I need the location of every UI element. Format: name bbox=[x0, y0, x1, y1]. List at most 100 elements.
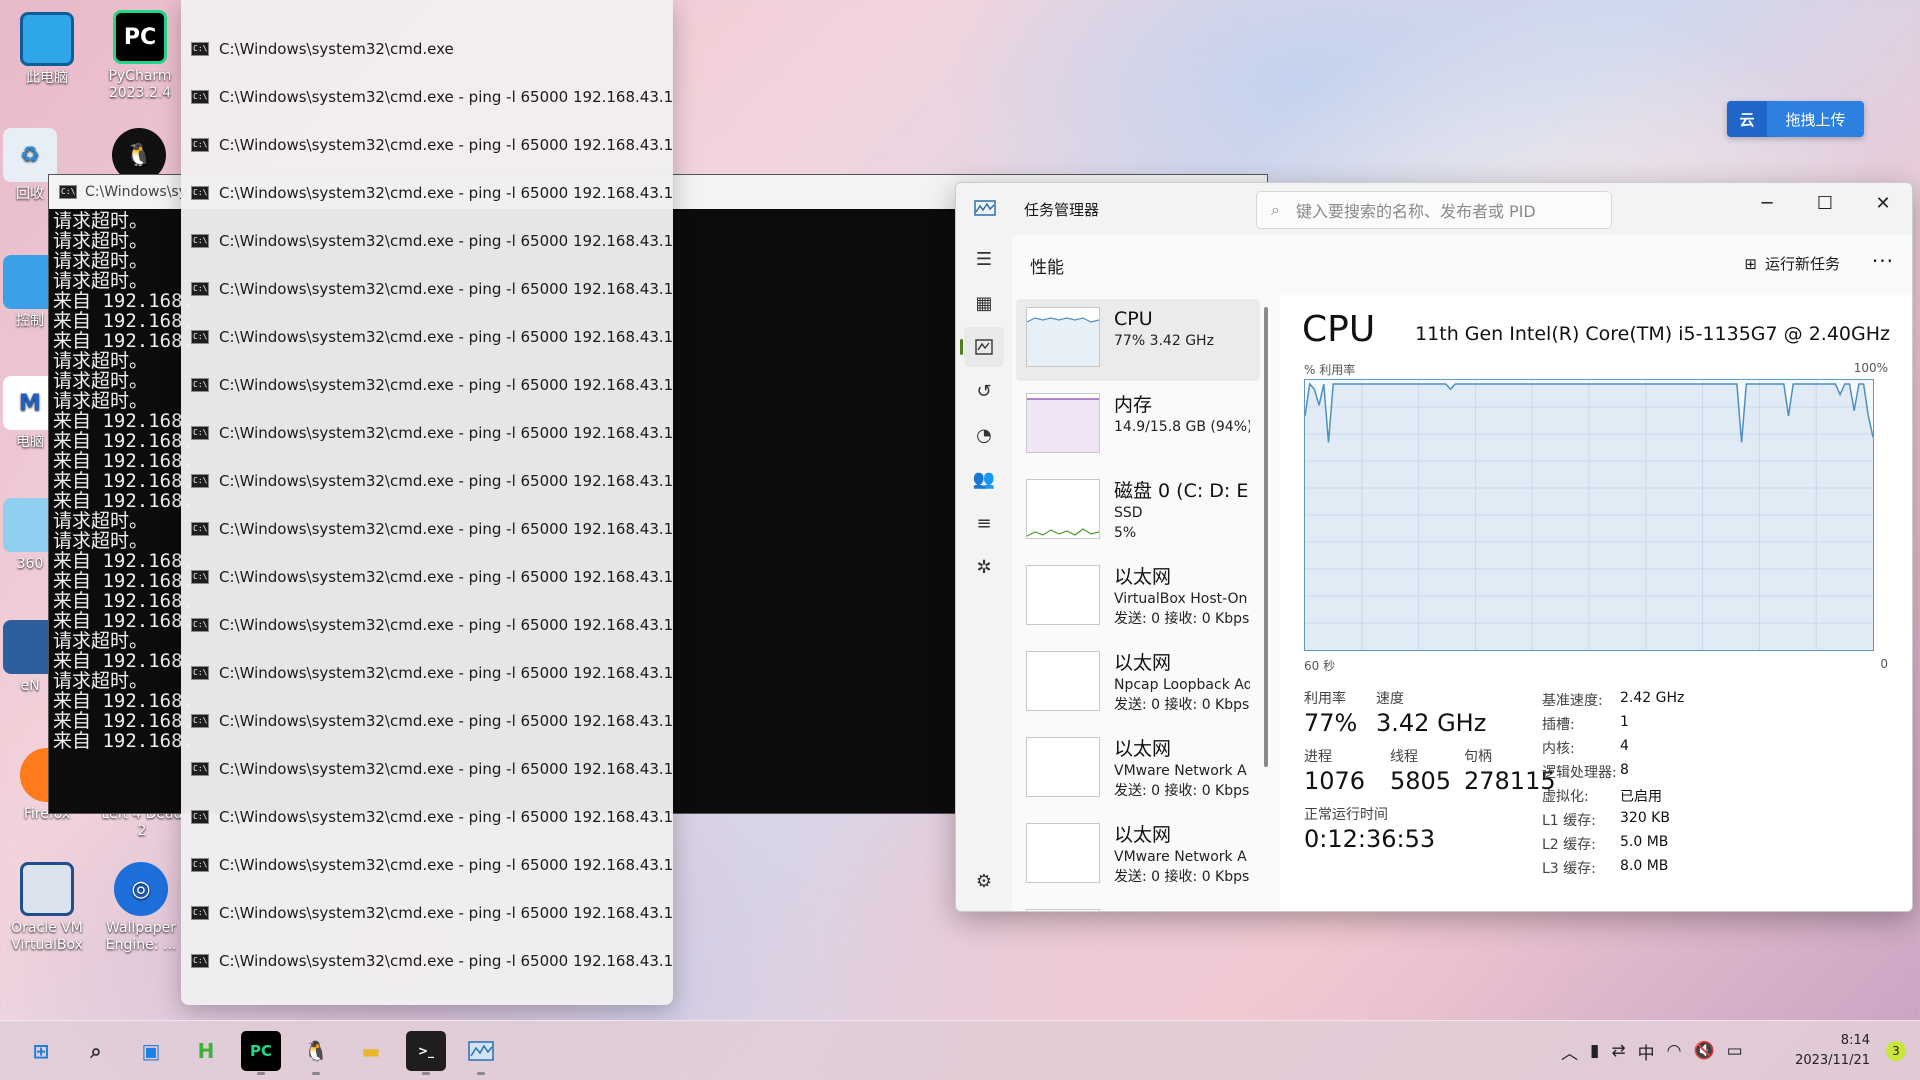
start-button-windows-icon[interactable]: ⊞ bbox=[21, 1031, 61, 1071]
thumbnail-item-title: C:\Windows\system32\cmd.exe - ping -l 65… bbox=[219, 232, 673, 250]
task-manager-window[interactable]: 任务管理器 ⌕ 键入要搜索的名称、发布者或 PID ─ ☐ ✕ ☰ ▦ ↺ ◔ … bbox=[955, 182, 1913, 912]
maximize-button[interactable]: ☐ bbox=[1796, 183, 1854, 223]
thumbnail-item-title: C:\Windows\system32\cmd.exe - ping -l 65… bbox=[219, 904, 673, 922]
thumbnail-item-cmd[interactable]: C:\ C:\Windows\system32\cmd.exe - ping -l… bbox=[181, 649, 673, 697]
startup-apps-icon[interactable]: ◔ bbox=[964, 415, 1004, 455]
graph-util-label: % 利用率 bbox=[1304, 363, 1356, 377]
hbuilder-icon[interactable]: H bbox=[186, 1031, 226, 1071]
thumbnail-item-cmd[interactable]: C:\ C:\Windows\system32\cmd.exe - ping -l… bbox=[181, 697, 673, 745]
close-button[interactable]: ✕ bbox=[1854, 183, 1912, 223]
thumbnail-item-cmd[interactable]: C:\ C:\Windows\system32\cmd.exe - ping -l… bbox=[181, 793, 673, 841]
desktop-icon-this-pc[interactable]: 此电脑 bbox=[2, 12, 92, 87]
minimize-button[interactable]: ─ bbox=[1738, 183, 1796, 223]
resource-item[interactable]: 内存 14.9/15.8 GB (94%) bbox=[1016, 385, 1260, 467]
wifi-icon[interactable]: ◠ bbox=[1667, 1041, 1682, 1061]
desktop-icon-label: PyCharm 2023.2.4 bbox=[108, 68, 172, 101]
desktop-icon-label: 回收 bbox=[16, 186, 44, 202]
search-icon[interactable]: ⌕ bbox=[76, 1031, 116, 1071]
cmd-icon: C:\ bbox=[191, 426, 209, 440]
task-manager-app-icon bbox=[974, 200, 998, 218]
thumbnail-item-cmd[interactable]: C:\ C:\Windows\system32\cmd.exe - ping -l… bbox=[181, 313, 673, 361]
run-new-task-button[interactable]: ⊞ 运行新任务 bbox=[1744, 253, 1840, 274]
page-title: 性能 bbox=[1030, 257, 1064, 278]
upload-widget[interactable]: 云 拖拽上传 bbox=[1727, 101, 1864, 137]
thumbnail-item-cmd[interactable]: C:\ C:\Windows\system32\cmd.exe - ping -l… bbox=[181, 553, 673, 601]
thumbnail-item-cmd[interactable]: C:\ C:\Windows\system32\cmd.exe bbox=[181, 25, 673, 73]
clock[interactable]: 8:14 2023/11/21 bbox=[1795, 1031, 1870, 1071]
thumbnail-item-cmd[interactable]: C:\ C:\Windows\system32\cmd.exe - ping -l… bbox=[181, 457, 673, 505]
resource-mini-graph bbox=[1026, 823, 1100, 883]
desktop-icon-wallpaper-engine[interactable]: ◎ Wallpaper Engine: ... bbox=[96, 862, 186, 954]
thumbnail-item-cmd[interactable]: C:\ C:\Windows\system32\cmd.exe - ping -l… bbox=[181, 265, 673, 313]
details-icon[interactable]: ≡ bbox=[964, 503, 1004, 543]
resource-item[interactable]: 磁盘 0 (C: D: E: SSD 5% bbox=[1016, 471, 1260, 553]
terminal-taskbar-icon[interactable]: >_ bbox=[406, 1031, 446, 1075]
desktop-icon-label: 电脑 bbox=[16, 434, 44, 450]
qq-taskbar-icon[interactable]: 🐧 bbox=[296, 1031, 336, 1075]
thumbnail-item-title: C:\Windows\system32\cmd.exe - ping -l 65… bbox=[219, 520, 673, 538]
notification-badge[interactable]: 3 bbox=[1886, 1041, 1906, 1061]
tray-app-icon[interactable]: ▮ bbox=[1590, 1041, 1599, 1061]
resource-subtext: SSD bbox=[1114, 505, 1143, 521]
more-options-icon[interactable]: ··· bbox=[1872, 249, 1894, 273]
thumbnail-item-cmd[interactable]: C:\ C:\Windows\system32\cmd.exe - ping -l… bbox=[181, 601, 673, 649]
thumbnail-item-cmd[interactable]: C:\ C:\Windows\system32\cmd.exe - ping -l… bbox=[181, 217, 673, 265]
thumbnail-item-title: C:\Windows\system32\cmd.exe - ping -l 65… bbox=[219, 808, 673, 826]
thumbnail-item-cmd[interactable]: C:\ C:\Windows\system32\cmd.exe - ping -l… bbox=[181, 745, 673, 793]
search-input[interactable]: ⌕ 键入要搜索的名称、发布者或 PID bbox=[1256, 191, 1612, 229]
services-icon[interactable]: ✲ bbox=[964, 547, 1004, 587]
thumbnail-item-cmd[interactable]: C:\ C:\Windows\system32\cmd.exe - ping -l… bbox=[181, 121, 673, 169]
resource-item[interactable]: CPU 77% 3.42 GHz bbox=[1016, 299, 1260, 381]
cmd-icon: C:\ bbox=[191, 858, 209, 872]
users-icon[interactable]: 👥 bbox=[964, 459, 1004, 499]
stat-util-label: 利用率 bbox=[1304, 691, 1346, 707]
thumbnail-item-cmd[interactable]: C:\ C:\Windows\system32\cmd.exe - ping -l… bbox=[181, 937, 673, 985]
spec-key: L2 缓存: bbox=[1542, 837, 1596, 853]
resource-item[interactable]: 以太网 VMware Network A 发送: 0 接收: 0 Kbps bbox=[1016, 729, 1260, 811]
thumbnail-item-cmd[interactable]: C:\ C:\Windows\system32\cmd.exe - ping -l… bbox=[181, 73, 673, 121]
desktop-icon-label: 360 bbox=[16, 556, 44, 572]
resource-item[interactable]: 以太网 VirtualBox Host-On 发送: 0 接收: 0 Kbps bbox=[1016, 557, 1260, 639]
tray-sync-icon[interactable]: ⇄ bbox=[1611, 1041, 1625, 1061]
stat-speed-value: 3.42 GHz bbox=[1376, 709, 1487, 737]
battery-icon[interactable]: ▭ bbox=[1727, 1041, 1743, 1061]
processes-icon[interactable]: ▦ bbox=[964, 283, 1004, 323]
thumbnail-item-cmd[interactable]: C:\ C:\Windows\system32\cmd.exe - ping -l… bbox=[181, 361, 673, 409]
resource-list: CPU 77% 3.42 GHz 内存 14.9/15.8 GB (94%) 磁盘 0 … bbox=[1012, 295, 1262, 911]
desktop-icon-pycharm[interactable]: PC PyCharm 2023.2.4 bbox=[95, 10, 185, 102]
spec-value: 320 KB bbox=[1620, 810, 1670, 826]
thumbnail-item-cmd[interactable]: C:\ C:\Windows\system32\cmd.exe - ping -l… bbox=[181, 505, 673, 553]
stat-util-value: 77% bbox=[1304, 709, 1358, 737]
pycharm-taskbar-icon[interactable]: PC bbox=[241, 1031, 281, 1075]
spec-key: 内核: bbox=[1542, 741, 1575, 757]
pc-manager-taskbar-icon[interactable]: ▣ bbox=[131, 1031, 171, 1071]
cmd-icon: C:\ bbox=[191, 42, 209, 56]
show-hidden-icons-chevron-up-icon[interactable]: ︿ bbox=[1561, 1039, 1578, 1064]
hamburger-menu-icon[interactable]: ☰ bbox=[964, 239, 1004, 279]
task-manager-taskbar-icon[interactable] bbox=[461, 1031, 501, 1075]
ime-indicator[interactable]: 中 bbox=[1638, 1039, 1655, 1064]
settings-gear-icon[interactable]: ⚙ bbox=[964, 861, 1004, 901]
resource-item[interactable]: Wi-Fi bbox=[1016, 901, 1260, 911]
spec-key: 插槽: bbox=[1542, 717, 1575, 733]
desktop-icon-virtualbox[interactable]: Oracle VM VirtualBox bbox=[2, 862, 92, 954]
resource-item[interactable]: 以太网 VMware Network A 发送: 0 接收: 0 Kbps bbox=[1016, 815, 1260, 897]
cmd-icon: C:\ bbox=[191, 474, 209, 488]
cmd-icon: C:\ bbox=[191, 714, 209, 728]
speaker-muted-icon[interactable]: 🔇 bbox=[1693, 1041, 1714, 1061]
thumbnail-item-cmd[interactable]: C:\ C:\Windows\system32\cmd.exe - ping -l… bbox=[181, 169, 673, 217]
stat-uptime-label: 正常运行时间 bbox=[1304, 807, 1388, 823]
thumbnail-item-cmd[interactable]: C:\ C:\Windows\system32\cmd.exe - ping -l… bbox=[181, 409, 673, 457]
resource-mini-graph bbox=[1026, 651, 1100, 711]
resource-item[interactable]: 以太网 Npcap Loopback Ad 发送: 0 接收: 0 Kbps bbox=[1016, 643, 1260, 725]
resource-list-scrollbar[interactable] bbox=[1264, 307, 1268, 767]
performance-icon[interactable] bbox=[960, 327, 1004, 367]
file-explorer-icon[interactable]: ▬ bbox=[351, 1031, 391, 1071]
desktop-icon-label: Oracle VM VirtualBox bbox=[11, 920, 83, 953]
cpu-utilization-graph bbox=[1304, 379, 1874, 651]
app-history-icon[interactable]: ↺ bbox=[964, 371, 1004, 411]
thumbnail-item-cmd[interactable]: C:\ C:\Windows\system32\cmd.exe - ping -l… bbox=[181, 889, 673, 937]
cmd-icon: C:\ bbox=[191, 810, 209, 824]
thumbnail-item-cmd[interactable]: C:\ C:\Windows\system32\cmd.exe - ping -l… bbox=[181, 841, 673, 889]
task-manager-titlebar[interactable]: 任务管理器 ⌕ 键入要搜索的名称、发布者或 PID ─ ☐ ✕ bbox=[956, 183, 1912, 235]
